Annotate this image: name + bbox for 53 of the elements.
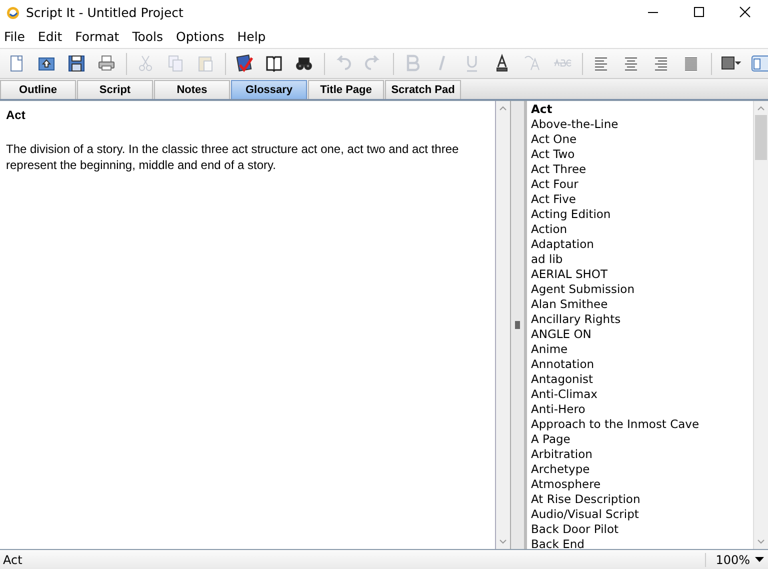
- glossary-item[interactable]: Arbitration: [527, 447, 753, 462]
- glossary-item[interactable]: ad lib: [527, 252, 753, 267]
- scrollbar-thumb[interactable]: [755, 115, 767, 160]
- glossary-item[interactable]: Act Four: [527, 177, 753, 192]
- glossary-item[interactable]: Approach to the Inmost Cave: [527, 417, 753, 432]
- menu-item[interactable]: Help: [233, 29, 271, 44]
- window-title: Script It - Untitled Project: [26, 5, 184, 20]
- menu-item[interactable]: Tools: [128, 29, 168, 44]
- layout-icon[interactable]: [750, 52, 768, 74]
- menu-item[interactable]: Format: [71, 29, 124, 44]
- glossary-item[interactable]: Adaptation: [527, 237, 753, 252]
- glossary-item[interactable]: Action: [527, 222, 753, 237]
- glossary-item[interactable]: Atmosphere: [527, 477, 753, 492]
- zoom-level[interactable]: 100%: [716, 552, 750, 566]
- tab[interactable]: Notes: [154, 80, 230, 99]
- glossary-item[interactable]: Acting Edition: [527, 207, 753, 222]
- glossary-item[interactable]: Anti-Hero: [527, 402, 753, 417]
- tab[interactable]: Glossary: [231, 80, 307, 99]
- glossary-item[interactable]: Act Two: [527, 147, 753, 162]
- glossary-item[interactable]: At Rise Description: [527, 492, 753, 507]
- glossary-item[interactable]: Act Five: [527, 192, 753, 207]
- tab[interactable]: Outline: [0, 80, 76, 99]
- glossary-item[interactable]: Back Door Pilot: [527, 522, 753, 537]
- glossary-item[interactable]: A Page: [527, 432, 753, 447]
- tab[interactable]: Title Page: [308, 80, 384, 99]
- glossary-item[interactable]: Audio/Visual Script: [527, 507, 753, 522]
- tab[interactable]: Script: [77, 80, 153, 99]
- glossary-item[interactable]: Ancillary Rights: [527, 312, 753, 327]
- definition-text: The division of a story. In the classic three act structure act one, act two and act three represent the beginning, middle and end of a story.: [6, 141, 460, 173]
- glossary-item[interactable]: Anti-Climax: [527, 387, 753, 402]
- glossary-term: Act: [6, 108, 26, 122]
- glossary-item[interactable]: ANGLE ON: [527, 327, 753, 342]
- glossary-item[interactable]: Back End: [527, 537, 753, 549]
- glossary-item[interactable]: AERIAL SHOT: [527, 267, 753, 282]
- glossary-item[interactable]: Agent Submission: [527, 282, 753, 297]
- dropdown-arrow-icon[interactable]: [755, 556, 764, 562]
- status-text: Act: [2, 552, 24, 566]
- glossary-item[interactable]: Archetype: [527, 462, 753, 477]
- menu-item[interactable]: Options: [172, 29, 230, 44]
- glossary-item[interactable]: Alan Smithee: [527, 297, 753, 312]
- app-logo-icon: [6, 6, 20, 20]
- menu-item[interactable]: Edit: [34, 29, 68, 44]
- tab[interactable]: Scratch Pad: [385, 80, 461, 99]
- glossary-item[interactable]: Annotation: [527, 357, 753, 372]
- spellcheck-icon[interactable]: [234, 52, 256, 74]
- glossary-item[interactable]: Act One: [527, 132, 753, 147]
- glossary-item[interactable]: Act Three: [527, 162, 753, 177]
- glossary-item[interactable]: Anime: [527, 342, 753, 357]
- menu-item[interactable]: File: [0, 29, 30, 44]
- glossary-item[interactable]: Act: [527, 102, 753, 117]
- splitter-grip-icon[interactable]: [515, 321, 520, 329]
- glossary-item[interactable]: Antagonist: [527, 372, 753, 387]
- glossary-item[interactable]: Above-the-Line: [527, 117, 753, 132]
